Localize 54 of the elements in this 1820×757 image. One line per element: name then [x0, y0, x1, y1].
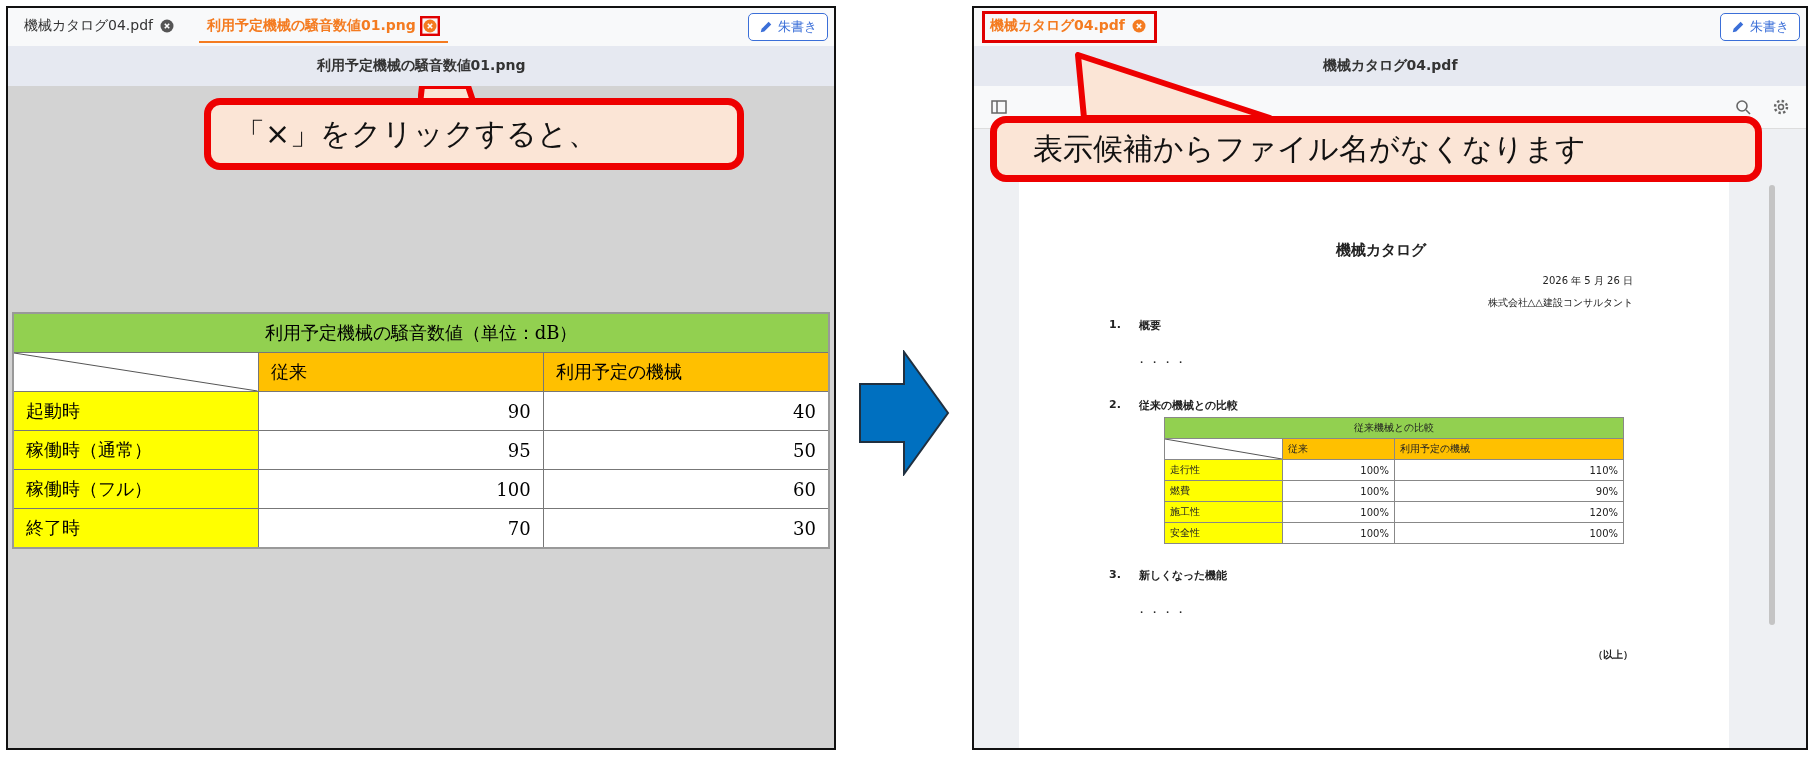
row-header: 燃費	[1164, 480, 1283, 502]
right-arrow-icon	[858, 350, 950, 476]
file-title: 機械カタログ04.pdf	[1322, 57, 1458, 75]
row-header: 安全性	[1164, 522, 1283, 544]
table-cell: 100%	[1282, 501, 1395, 523]
table-cell: 90%	[1394, 480, 1624, 502]
row-header: 終了時	[13, 508, 259, 548]
table-cell: 95	[258, 430, 544, 470]
file-tab[interactable]: 機械カタログ04.pdf	[982, 11, 1157, 43]
section-number: 3.	[1109, 568, 1121, 583]
section-heading: 新しくなった機能	[1138, 568, 1227, 583]
pen-icon	[1731, 20, 1745, 34]
annotate-button[interactable]: 朱書き	[1720, 13, 1800, 41]
file-tab[interactable]: 利用予定機械の騒音数値01.png	[198, 11, 448, 43]
tab-label: 利用予定機械の騒音数値01.png	[206, 17, 416, 35]
table-title: 利用予定機械の騒音数値（単位：dB）	[13, 313, 829, 353]
table-cell: 100	[258, 469, 544, 509]
company-name: 株式会社△△建設コンサルタント	[1487, 296, 1633, 310]
document-date: 2026 年 5 月 26 日	[1542, 274, 1633, 288]
column-header: 利用予定の機械	[543, 352, 829, 392]
row-header: 走行性	[1164, 459, 1283, 481]
pen-icon	[759, 20, 773, 34]
row-header: 施工性	[1164, 501, 1283, 523]
section-body: ・・・・	[1136, 605, 1189, 620]
closing-note: （以上）	[1593, 648, 1633, 662]
search-icon[interactable]	[1734, 98, 1752, 116]
section-heading: 従来の機械との比較	[1138, 398, 1238, 413]
row-header: 起動時	[13, 391, 259, 431]
close-icon[interactable]	[419, 16, 440, 36]
column-header: 利用予定の機械	[1394, 438, 1624, 460]
table-title: 従来機械との比較	[1164, 417, 1624, 439]
table-cell: 120%	[1394, 501, 1624, 523]
sidebar-icon[interactable]	[990, 98, 1008, 116]
table-cell: 100%	[1282, 522, 1395, 544]
table-cell: 90	[258, 391, 544, 431]
table-cell: 100%	[1282, 480, 1395, 502]
settings-icon[interactable]	[1772, 98, 1790, 116]
table-cell: 100%	[1282, 459, 1395, 481]
tab-label: 機械カタログ04.pdf	[990, 17, 1125, 35]
column-header: 従来	[258, 352, 544, 392]
section-heading: 概要	[1138, 318, 1161, 333]
document-title: 機械カタログ	[1334, 241, 1428, 260]
tab-label: 機械カタログ04.pdf	[24, 17, 153, 35]
table-cell: 110%	[1394, 459, 1624, 481]
section-number: 2.	[1109, 398, 1121, 413]
file-title: 利用予定機械の騒音数値01.png	[316, 57, 526, 75]
section-body: ・・・・	[1136, 355, 1189, 370]
file-tab[interactable]: 機械カタログ04.pdf	[16, 11, 185, 43]
row-header: 稼働時（通常）	[13, 430, 259, 470]
table-cell: 100%	[1394, 522, 1624, 544]
row-header: 稼働時（フル）	[13, 469, 259, 509]
section-number: 1.	[1109, 318, 1121, 333]
annotate-button[interactable]: 朱書き	[748, 13, 828, 41]
scrollbar[interactable]	[1769, 185, 1775, 625]
